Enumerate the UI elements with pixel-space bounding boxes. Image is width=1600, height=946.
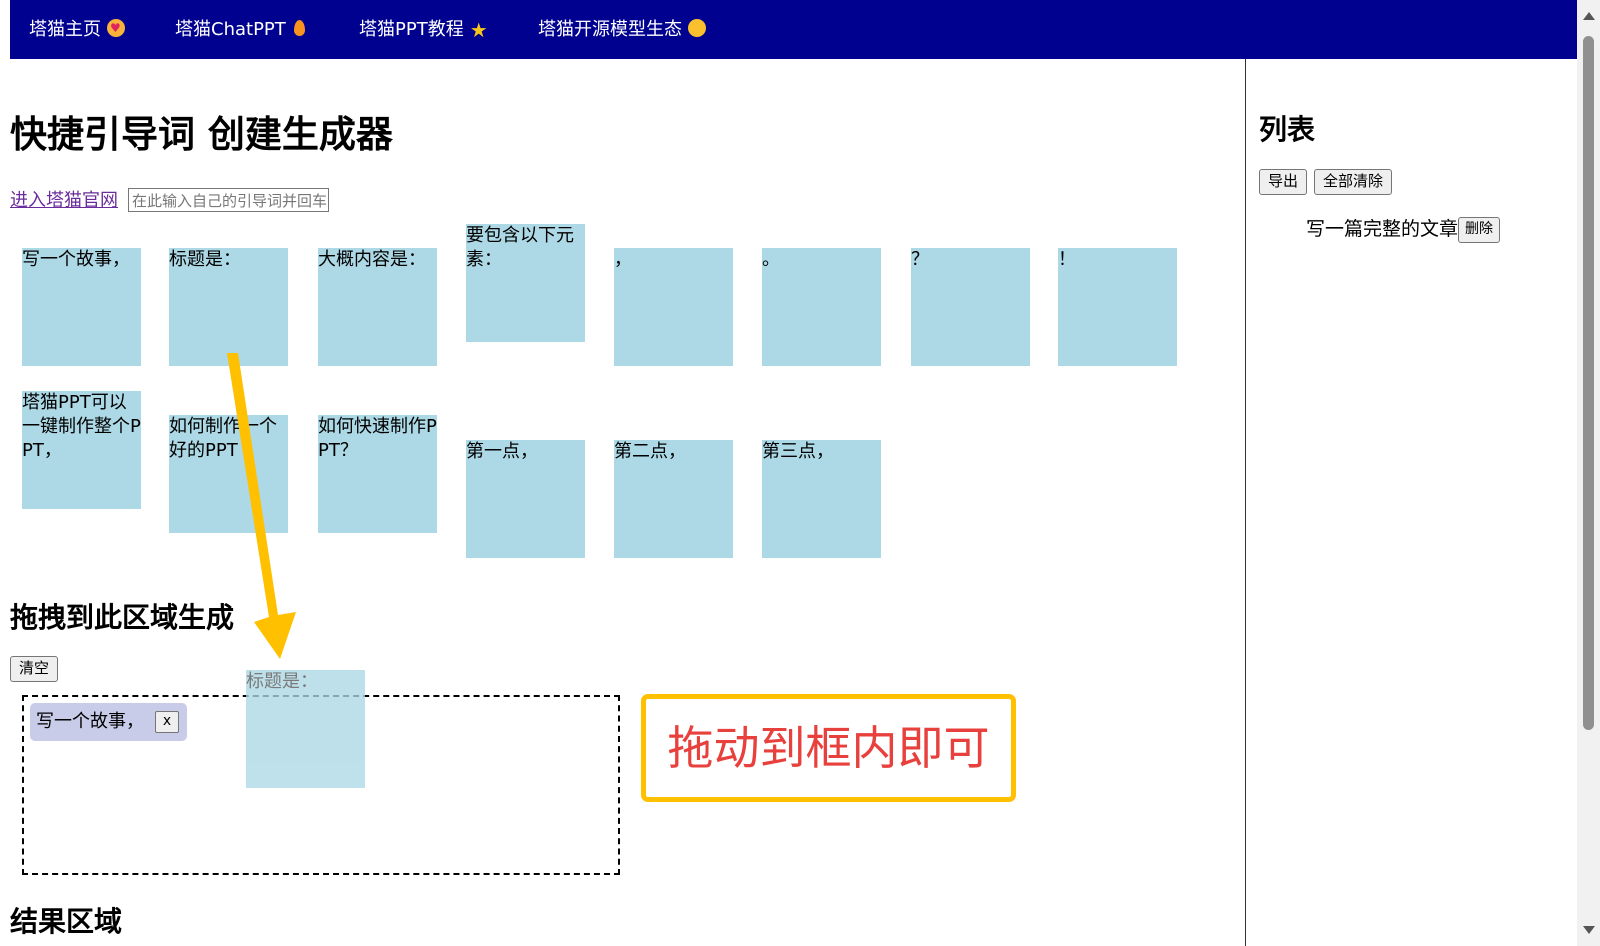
clear-button[interactable]: 清空 (10, 656, 59, 682)
nav-item-chatppt[interactable]: 塔猫ChatPPT (175, 0, 306, 59)
prompt-card[interactable]: 。 (762, 248, 881, 366)
dropped-chip-label: 写一个故事， (36, 711, 144, 732)
scrollbar-thumb[interactable] (1583, 36, 1594, 730)
site-link[interactable]: 进入塔猫官网 (10, 186, 118, 212)
remove-chip-button[interactable]: x (155, 711, 179, 733)
prompt-card[interactable]: ， (614, 248, 733, 366)
prompt-card[interactable]: 标题是： (169, 248, 288, 366)
export-button[interactable]: 导出 (1259, 169, 1308, 195)
sidebar-title: 列表 (1259, 113, 1316, 146)
result-section-title: 结果区域 (10, 905, 123, 938)
top-nav: 塔猫主页 塔猫ChatPPT 塔猫PPT教程★ 塔猫开源模型生态 (10, 0, 1577, 59)
scroll-up-icon[interactable] (1583, 12, 1595, 20)
nav-item-label: 塔猫ChatPPT (175, 19, 286, 40)
prompt-card[interactable]: 如何制作一个好的PPT (169, 415, 288, 533)
nav-item-home[interactable]: 塔猫主页 (29, 0, 125, 59)
smiling-face-with-hearts-icon (107, 0, 125, 58)
clear-all-button[interactable]: 全部清除 (1314, 169, 1393, 195)
prompt-card[interactable]: 写一个故事， (22, 248, 141, 366)
nav-item-ppt-tutorial[interactable]: 塔猫PPT教程 ★ (359, 0, 488, 59)
hugging-face-icon (688, 19, 706, 37)
prompt-card[interactable]: 大概内容是： (318, 248, 437, 366)
list-item: 写一篇完整的文章 删除 (1306, 214, 1501, 245)
nav-item-label: 塔猫主页 (29, 19, 101, 40)
dragging-card[interactable]: 标题是： (246, 670, 365, 788)
prompt-card[interactable]: 第二点， (614, 440, 733, 558)
scroll-down-icon[interactable] (1583, 926, 1595, 934)
prompt-card[interactable]: 如何快速制作PPT？ (318, 415, 437, 533)
nav-item-label: 塔猫开源模型生态 (538, 19, 682, 40)
panel-divider (1245, 59, 1246, 946)
prompt-card[interactable]: 第一点， (466, 440, 585, 558)
prompt-card[interactable]: 要包含以下元素： (466, 224, 585, 342)
prompt-card[interactable]: ？ (911, 248, 1030, 366)
scrollbar[interactable] (1577, 0, 1600, 946)
prompt-input[interactable]: 在此输入自己的引导词并回车 (128, 188, 329, 212)
dropped-chip[interactable]: 写一个故事， x (30, 703, 187, 741)
drop-section-title: 拖拽到此区域生成 (10, 601, 235, 634)
drag-hint-callout: 拖动到框内即可 (641, 694, 1016, 802)
page-title: 快捷引导词 创建生成器 (10, 113, 393, 156)
fire-icon (292, 19, 306, 37)
prompt-card[interactable]: ！ (1058, 248, 1177, 366)
nav-item-label: 塔猫PPT教程 (359, 19, 464, 40)
list-item-text: 写一篇完整的文章 (1306, 218, 1459, 240)
prompt-card[interactable]: 塔猫PPT可以一键制作整个PPT， (22, 391, 141, 509)
star-icon: ★ (469, 18, 488, 42)
delete-button[interactable]: 删除 (1458, 217, 1501, 243)
nav-item-open-model[interactable]: 塔猫开源模型生态 (538, 0, 706, 59)
prompt-card[interactable]: 第三点， (762, 440, 881, 558)
